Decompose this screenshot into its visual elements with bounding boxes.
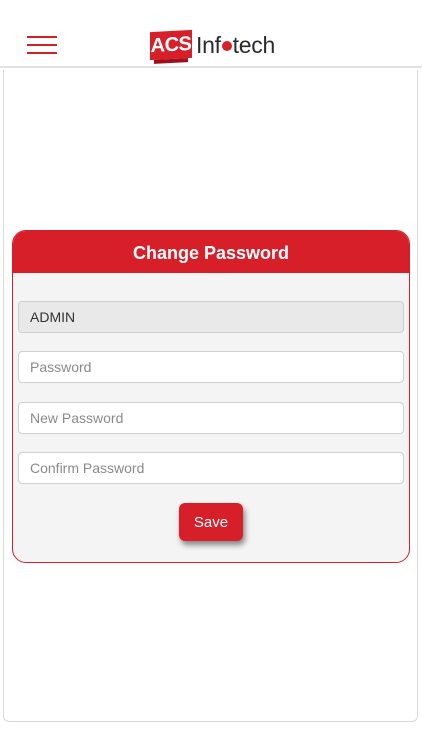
menu-bar bbox=[27, 52, 57, 54]
username-field[interactable] bbox=[18, 301, 404, 333]
hamburger-menu-icon[interactable] bbox=[27, 36, 57, 56]
app-header: ACS Inf tech bbox=[0, 0, 422, 68]
logo-wordmark: Inf tech bbox=[196, 32, 275, 58]
card-title: Change Password bbox=[13, 231, 409, 273]
menu-bar bbox=[27, 36, 57, 38]
password-input[interactable] bbox=[18, 351, 404, 383]
logo-badge: ACS bbox=[150, 29, 192, 61]
acs-infotech-logo: ACS Inf tech bbox=[150, 29, 290, 61]
menu-bar bbox=[27, 44, 57, 46]
confirm-password-input[interactable] bbox=[18, 452, 404, 484]
logo-dot-icon bbox=[221, 40, 232, 51]
change-password-card: Change Password Save bbox=[12, 230, 410, 563]
save-button[interactable]: Save bbox=[179, 503, 243, 541]
new-password-input[interactable] bbox=[18, 402, 404, 434]
